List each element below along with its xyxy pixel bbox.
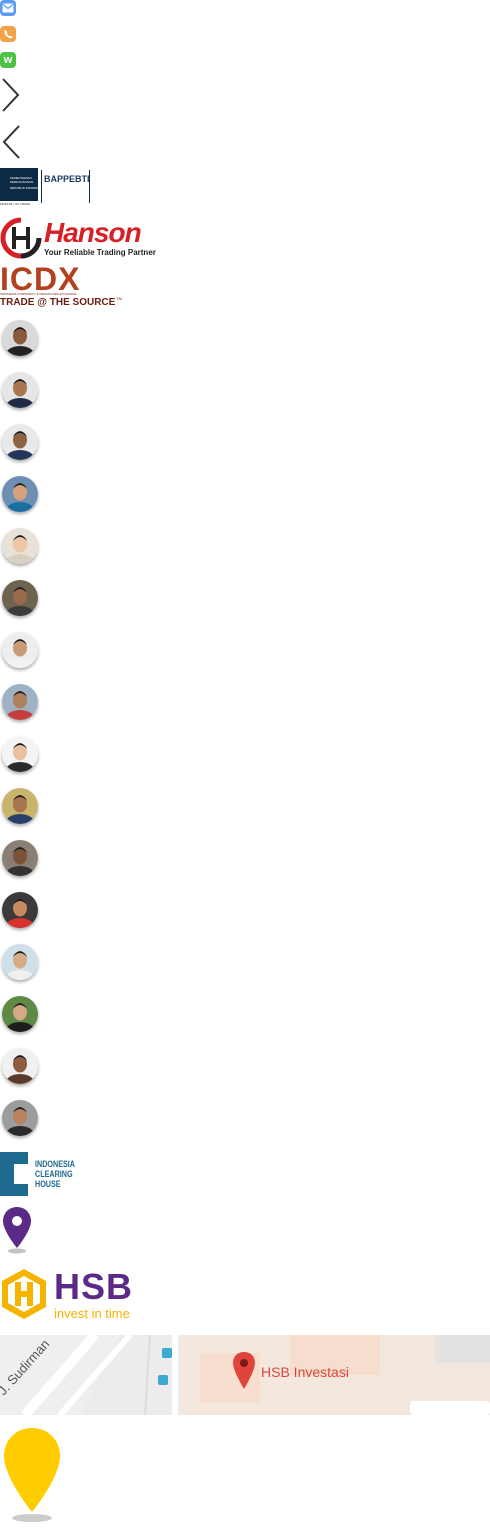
bappebti-ministry-line3: REPUBLIK INDONESIA <box>10 186 43 190</box>
team-member-avatar[interactable] <box>2 684 38 720</box>
ich-line1: INDONESIA <box>35 1159 76 1169</box>
hsb-mark-icon <box>2 1269 46 1319</box>
ich-line3: HOUSE <box>35 1179 61 1189</box>
team-member-avatar[interactable] <box>2 1100 38 1136</box>
icdx-subtitle: INDONESIA COMMODITY & DERIVATIVES EXCHAN… <box>0 292 77 296</box>
email-icon[interactable] <box>0 0 16 16</box>
hanson-mark-icon <box>0 217 42 259</box>
phone-icon[interactable] <box>0 26 16 42</box>
hsb-logo[interactable]: HSB invest in time <box>0 1266 145 1324</box>
team-member-avatar[interactable] <box>2 840 38 876</box>
team-member-avatar[interactable] <box>2 580 38 616</box>
team-member-avatar[interactable] <box>2 788 38 824</box>
map-pin-icon <box>2 1206 32 1254</box>
hanson-logo[interactable]: Hanson Your Reliable Trading Partner <box>0 217 160 259</box>
hanson-name: Hanson <box>44 217 142 248</box>
bappebti-ministry-sub: MINISTRY OF TRADE <box>0 202 31 206</box>
bappebti-name: BAPPEBTI <box>44 174 90 184</box>
team-member-avatar[interactable] <box>2 892 38 928</box>
icdx-tm: TM <box>116 296 122 301</box>
team-member-avatar[interactable] <box>2 424 38 460</box>
chevron-right-icon[interactable] <box>0 77 22 113</box>
ich-line2: CLEARING <box>35 1169 73 1179</box>
icdx-logo[interactable]: ICDX INDONESIA COMMODITY & DERIVATIVES E… <box>0 262 124 310</box>
hsb-tagline: invest in time <box>54 1306 130 1321</box>
hanson-tagline: Your Reliable Trading Partner <box>44 248 156 257</box>
team-member-avatar[interactable] <box>2 476 38 512</box>
team-member-avatar[interactable] <box>2 996 38 1032</box>
icdx-tagline: TRADE @ THE SOURCE <box>0 297 116 308</box>
hsb-name: HSB <box>54 1266 134 1307</box>
team-member-avatar[interactable] <box>2 320 38 356</box>
whatsapp-icon[interactable]: w <box>0 52 16 68</box>
chevron-left-icon[interactable] <box>0 124 22 160</box>
map-pin-yellow-icon <box>2 1426 62 1524</box>
team-member-avatar[interactable] <box>2 528 38 564</box>
team-member-avatar[interactable] <box>2 944 38 980</box>
team-member-avatar[interactable] <box>2 1048 38 1084</box>
icdx-name: ICDX <box>0 261 81 297</box>
bappebti-logo[interactable]: KEMENTERIAN PERDAGANGAN REPUBLIK INDONES… <box>0 168 92 208</box>
location-map[interactable]: J. Sudirman HSB Investasi <box>0 1335 490 1415</box>
bappebti-ministry-line2: PERDAGANGAN <box>10 180 34 184</box>
map-marker-icon[interactable] <box>232 1351 256 1391</box>
map-place-label[interactable]: HSB Investasi <box>261 1364 349 1380</box>
whatsapp-glyph: w <box>3 53 13 66</box>
ich-logo[interactable]: INDONESIA CLEARING HOUSE <box>0 1152 80 1196</box>
team-member-avatar[interactable] <box>2 372 38 408</box>
team-member-avatar[interactable] <box>2 736 38 772</box>
ich-mark-icon <box>0 1152 28 1196</box>
team-member-avatar[interactable] <box>2 632 38 668</box>
